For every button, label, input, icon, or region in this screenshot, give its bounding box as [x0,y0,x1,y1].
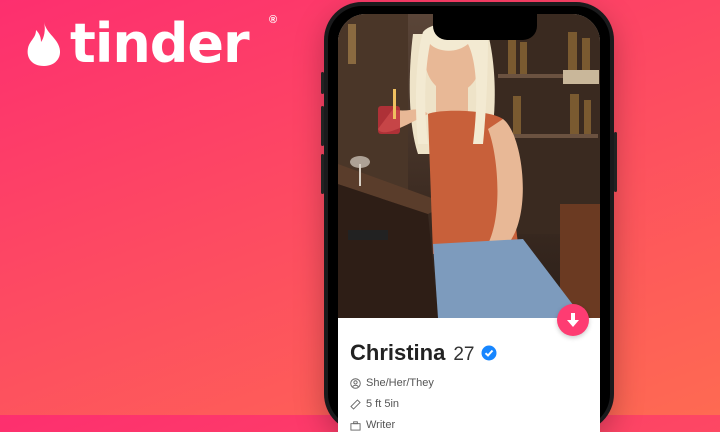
profile-name: Christina [350,340,446,365]
ruler-icon [350,398,361,410]
notch [433,14,537,40]
job-text: Writer [366,419,396,431]
briefcase-icon [350,420,361,431]
side-button [614,132,617,192]
expand-profile-button[interactable] [557,304,589,336]
registered-mark: ® [269,14,278,26]
side-button [321,106,324,146]
arrow-down-icon [567,313,579,327]
verified-badge-icon [481,345,496,361]
flame-icon [27,22,61,66]
phone-screen: Christina 27 She/Her/They 5 ft 5in Write… [338,14,600,432]
pronouns-row: She/Her/They [350,377,434,389]
side-button [321,154,324,194]
profile-photo[interactable] [338,14,600,318]
height-text: 5 ft 5in [366,398,400,410]
pronouns-text: She/Her/They [366,377,434,389]
name-row: Christina 27 [350,340,497,366]
brand-wordmark: tinder [70,12,250,75]
phone-mockup: Christina 27 She/Her/They 5 ft 5in Write… [321,2,617,432]
profile-age: 27 [453,344,475,365]
person-circle-icon [350,377,361,389]
job-row: Writer [350,419,395,431]
side-button [321,72,324,94]
height-row: 5 ft 5in [350,398,399,410]
tinder-logo: tinder ® [24,12,277,75]
